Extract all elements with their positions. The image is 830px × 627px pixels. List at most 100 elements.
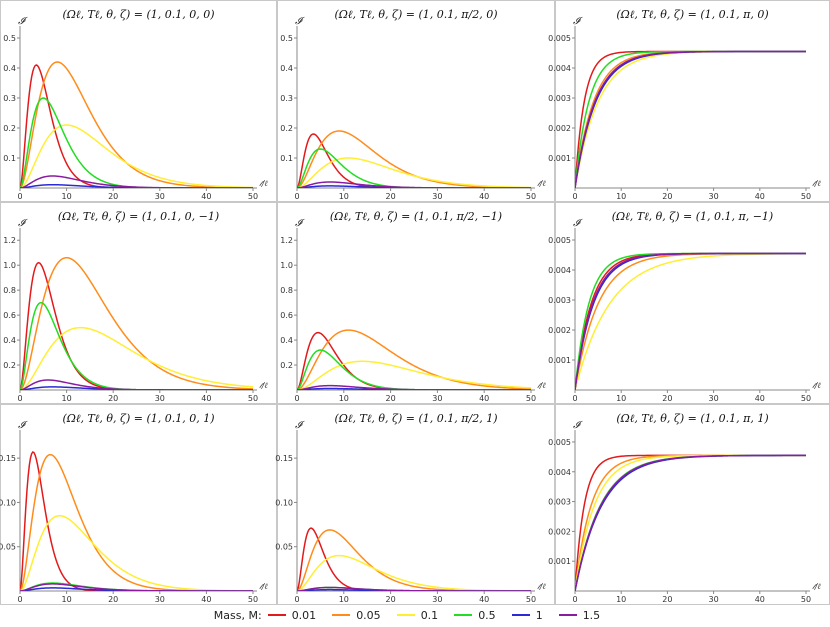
x-tick-label: 20 bbox=[386, 192, 396, 201]
panel-2-1: (Ωℓ, Tℓ, θ, ζ) = (1, 0.1, 0, −1) 0 10 20 30 4… bbox=[0, 202, 277, 404]
x-tick-label: 0 bbox=[294, 394, 299, 403]
x-axis-label: 𝓉/ℓ bbox=[812, 582, 821, 591]
x-tick-label: 0 bbox=[572, 192, 577, 201]
legend-swatch bbox=[558, 614, 577, 616]
panel-3-2: (Ωℓ, Tℓ, θ, ζ) = (1, 0.1, π/2, 1) 0 10 20 30… bbox=[275, 404, 555, 605]
x-tick-label: 30 bbox=[155, 595, 165, 604]
x-tick-label: 10 bbox=[339, 192, 349, 201]
y-tick-label: 0.005 bbox=[548, 236, 571, 245]
legend-swatch bbox=[396, 614, 415, 616]
legend-swatch bbox=[454, 614, 473, 616]
panel-title: (Ωℓ, Tℓ, θ, ζ) = (1, 0.1, π/2, 1) bbox=[335, 412, 498, 425]
legend-items: 0.01 0.05 0.1 0.5 1 1.5 bbox=[267, 608, 617, 622]
x-tick-label: 40 bbox=[755, 595, 765, 604]
x-tick-label: 30 bbox=[432, 394, 442, 403]
panel-3-1: (Ωℓ, Tℓ, θ, ζ) = (1, 0.1, 0, 1) 0 10 20 30 40… bbox=[0, 404, 277, 605]
legend-item-1: 1 bbox=[511, 609, 543, 622]
y-tick-label: 0.003 bbox=[548, 296, 571, 305]
x-tick-label: 10 bbox=[616, 394, 626, 403]
legend-item-0.1: 0.1 bbox=[396, 608, 439, 622]
legend-label: 0.1 bbox=[420, 608, 439, 622]
y-tick-label: 0.005 bbox=[548, 34, 571, 43]
y-tick-label: 0.2 bbox=[280, 124, 293, 133]
y-tick-label: 0.4 bbox=[280, 336, 293, 345]
panel-title: (Ωℓ, Tℓ, θ, ζ) = (1, 0.1, 0, −1) bbox=[58, 210, 219, 223]
panel-title: (Ωℓ, Tℓ, θ, ζ) = (1, 0.1, π, −1) bbox=[612, 210, 773, 223]
y-tick-label: 0.8 bbox=[280, 286, 293, 295]
x-tick-label: 10 bbox=[616, 192, 626, 201]
panel-frame bbox=[277, 202, 555, 404]
x-tick-label: 10 bbox=[616, 595, 626, 604]
y-tick-label: 1.0 bbox=[280, 261, 293, 270]
panel-title: (Ωℓ, Tℓ, θ, ζ) = (1, 0.1, π, 0) bbox=[616, 8, 768, 21]
x-tick-label: 10 bbox=[339, 595, 349, 604]
y-tick-label: 0.003 bbox=[548, 94, 571, 103]
panel-frame bbox=[277, 404, 555, 605]
legend-label: 1.5 bbox=[582, 608, 601, 622]
x-tick-label: 10 bbox=[62, 394, 72, 403]
panel-title: (Ωℓ, Tℓ, θ, ζ) = (1, 0.1, π/2, 0) bbox=[335, 8, 498, 21]
x-tick-label: 30 bbox=[432, 595, 442, 604]
legend-label: 0.05 bbox=[356, 608, 381, 622]
x-tick-label: 10 bbox=[339, 394, 349, 403]
x-tick-label: 50 bbox=[801, 192, 811, 201]
x-tick-label: 0 bbox=[17, 595, 22, 604]
x-tick-label: 40 bbox=[479, 595, 489, 604]
x-axis-label: 𝓉/ℓ bbox=[812, 381, 821, 390]
y-tick-label: 0.2 bbox=[280, 361, 293, 370]
y-tick-label: 0.002 bbox=[548, 124, 571, 133]
x-tick-label: 50 bbox=[801, 394, 811, 403]
y-tick-label: 0.4 bbox=[280, 64, 293, 73]
y-tick-label: 0.8 bbox=[3, 286, 16, 295]
y-tick-label: 0.001 bbox=[548, 154, 571, 163]
panel-1-1: (Ωℓ, Tℓ, θ, ζ) = (1, 0.1, 0, 0) 0 10 20 30 40… bbox=[0, 0, 277, 202]
panel-2-3: (Ωℓ, Tℓ, θ, ζ) = (1, 0.1, π, −1) 0 10 20 30 4… bbox=[548, 202, 830, 404]
x-tick-label: 40 bbox=[755, 394, 765, 403]
x-tick-label: 30 bbox=[709, 192, 719, 201]
x-axis-label: 𝓉/ℓ bbox=[537, 179, 546, 188]
x-tick-label: 0 bbox=[17, 394, 22, 403]
panel-title: (Ωℓ, Tℓ, θ, ζ) = (1, 0.1, π/2, −1) bbox=[330, 210, 502, 223]
x-tick-label: 0 bbox=[572, 595, 577, 604]
y-tick-label: 0.004 bbox=[548, 266, 571, 275]
x-tick-label: 50 bbox=[526, 192, 536, 201]
x-tick-label: 40 bbox=[201, 394, 211, 403]
x-tick-label: 20 bbox=[386, 394, 396, 403]
x-tick-label: 20 bbox=[108, 595, 118, 604]
y-tick-label: 0.05 bbox=[0, 543, 16, 552]
legend-title: Mass, M: bbox=[213, 608, 262, 622]
panel-2-2: (Ωℓ, Tℓ, θ, ζ) = (1, 0.1, π/2, −1) 0 10 20 3… bbox=[277, 202, 555, 404]
y-tick-label: 0.003 bbox=[548, 498, 571, 507]
x-tick-label: 40 bbox=[479, 394, 489, 403]
x-tick-label: 30 bbox=[155, 192, 165, 201]
x-axis-label: 𝓉/ℓ bbox=[812, 179, 821, 188]
y-tick-label: 0.10 bbox=[275, 498, 293, 507]
x-tick-label: 40 bbox=[479, 192, 489, 201]
legend-item-1.5: 1.5 bbox=[558, 608, 601, 622]
y-tick-label: 0.6 bbox=[280, 311, 293, 320]
panel-title: (Ωℓ, Tℓ, θ, ζ) = (1, 0.1, 0, 0) bbox=[62, 8, 214, 21]
y-tick-label: 0.004 bbox=[548, 468, 571, 477]
legend-label: 0.5 bbox=[478, 608, 496, 622]
legend: Mass, M: 0.01 0.05 0.1 0.5 1 1.5 bbox=[0, 605, 830, 625]
y-tick-label: 0.2 bbox=[3, 124, 16, 133]
x-tick-label: 20 bbox=[108, 394, 118, 403]
y-tick-label: 0.5 bbox=[3, 34, 16, 43]
x-tick-label: 30 bbox=[709, 394, 719, 403]
x-tick-label: 50 bbox=[526, 394, 536, 403]
y-tick-label: 0.3 bbox=[3, 94, 16, 103]
x-tick-label: 50 bbox=[248, 595, 258, 604]
panel-frame bbox=[555, 202, 830, 404]
legend-item-0.01: 0.01 bbox=[267, 609, 316, 622]
y-tick-label: 0.002 bbox=[548, 326, 571, 335]
x-tick-label: 20 bbox=[386, 595, 396, 604]
panel-1-3: (Ωℓ, Tℓ, θ, ζ) = (1, 0.1, π, 0) 0 10 20 30 40… bbox=[548, 0, 830, 202]
panel-frame bbox=[555, 404, 830, 605]
legend-swatch bbox=[332, 614, 351, 616]
x-tick-label: 10 bbox=[62, 595, 72, 604]
y-tick-label: 0.4 bbox=[3, 64, 16, 73]
y-tick-label: 0.3 bbox=[280, 94, 293, 103]
x-tick-label: 30 bbox=[709, 595, 719, 604]
y-tick-label: 0.1 bbox=[3, 154, 16, 163]
x-tick-label: 40 bbox=[201, 192, 211, 201]
